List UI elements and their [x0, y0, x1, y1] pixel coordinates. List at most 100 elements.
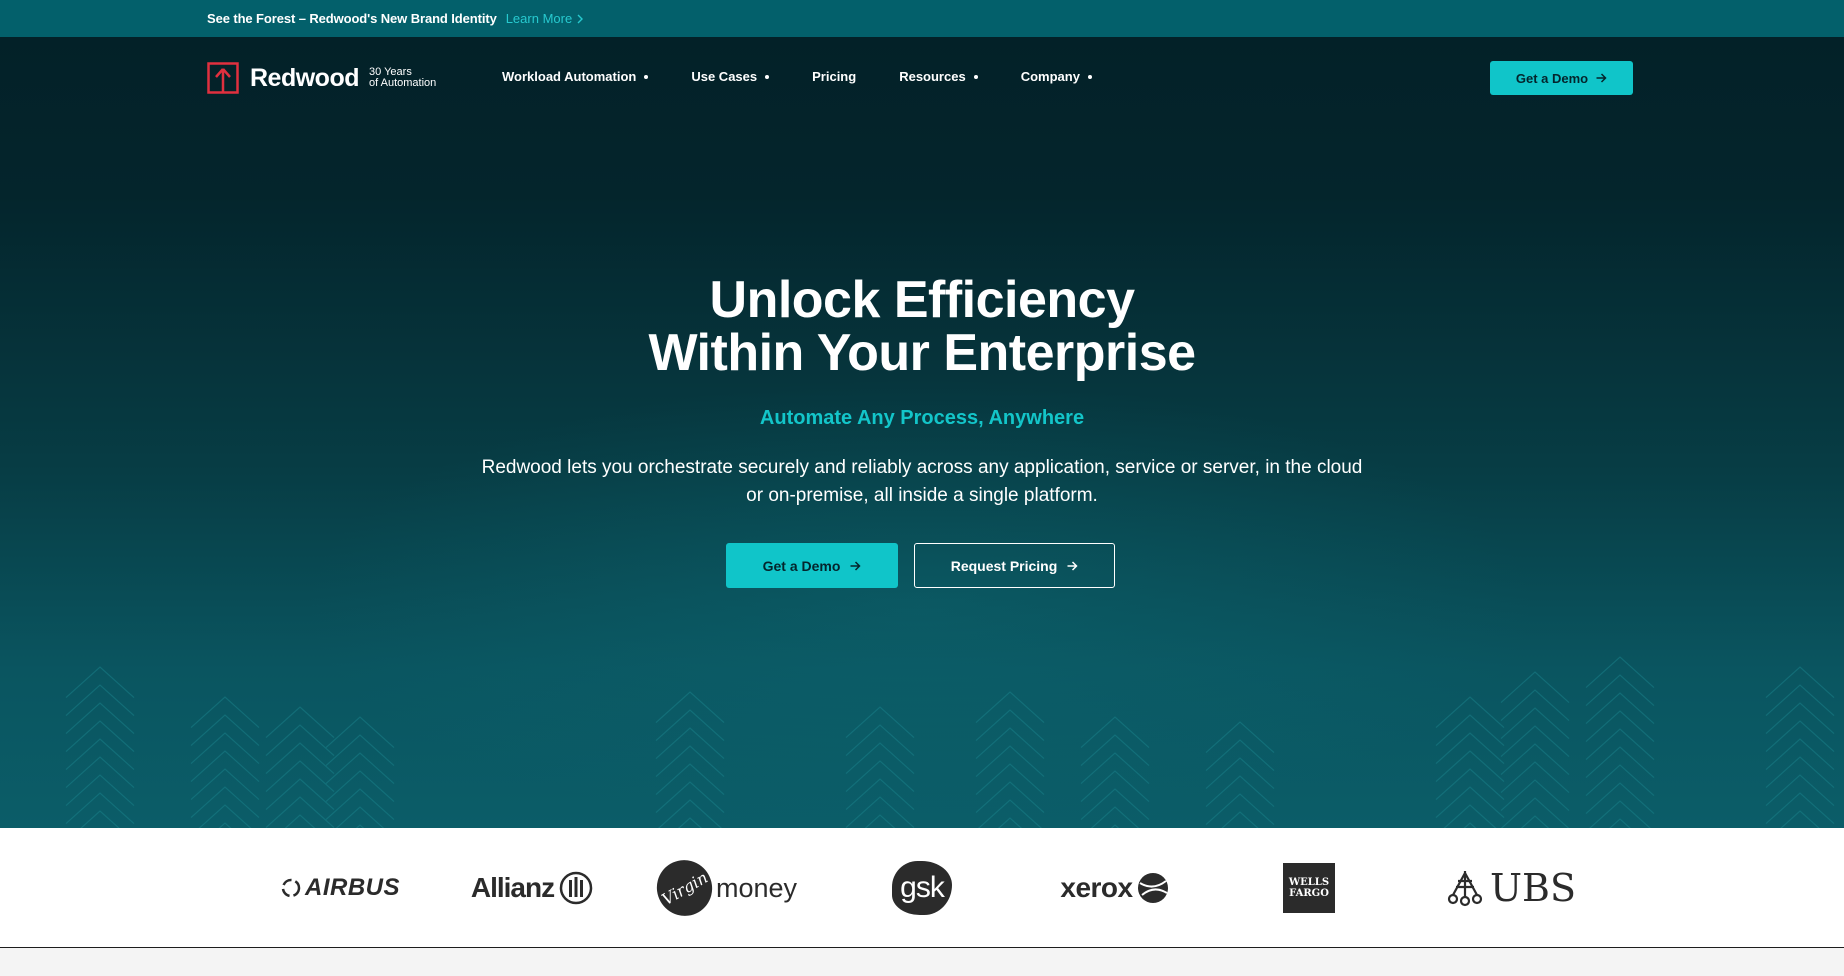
request-pricing-button[interactable]: Request Pricing [914, 543, 1115, 588]
gsk-badge: gsk [892, 861, 952, 915]
tree-chevron [1500, 725, 1570, 758]
hero-section: Redwood 30 Years of Automation Workload … [0, 37, 1844, 828]
tree-chevron [845, 724, 915, 757]
tree-chevron [1205, 793, 1275, 826]
tree-chevron [1765, 666, 1835, 699]
tree-chevron [1585, 764, 1655, 797]
xerox-sphere-icon [1137, 873, 1168, 903]
tree-chevron [1765, 738, 1835, 771]
hero-subtitle: Automate Any Process, Anywhere [759, 407, 1085, 429]
tree-chevron [325, 788, 395, 821]
virgin-money-wordmark: money [715, 872, 797, 903]
tree-chevron [1585, 674, 1655, 707]
tree-chevron [845, 706, 915, 739]
client-logos-strip: AIRBUS Allianz Virgin money gsk xerox WE… [0, 828, 1844, 948]
hero-title-line1: Unlock Efficiency [709, 271, 1135, 329]
nav-label: Company [1020, 69, 1080, 84]
tree-chevron [1765, 756, 1835, 789]
tree-chevron [1765, 702, 1835, 735]
nav-label: Workload Automation [502, 69, 637, 84]
wells-fargo-line2: FARGO [1289, 888, 1329, 899]
nav-item-workload-automation[interactable]: Workload Automation [502, 69, 649, 84]
tree-chevron [65, 720, 135, 753]
tree-chevron [80, 810, 120, 828]
redwood-logo-icon [207, 62, 239, 94]
caret-down-icon [644, 74, 649, 79]
tree-chevron [1765, 792, 1835, 825]
tree-chevron [190, 768, 260, 801]
airbus-swirl-icon [281, 878, 301, 898]
tree-chevron [1205, 775, 1275, 808]
tree-chevron [1585, 746, 1655, 779]
tree-chevron [975, 691, 1045, 724]
tree-chevron [1080, 770, 1150, 803]
tree-chevron [1765, 720, 1835, 753]
tree-chevron [1500, 743, 1570, 776]
tree-chevron [975, 763, 1045, 796]
announcement-bar: See the Forest – Redwood's New Brand Ide… [0, 0, 1844, 37]
ubs-wordmark: UBS [1490, 866, 1576, 910]
tree-chevron [1435, 750, 1505, 783]
tree-chevron [1221, 811, 1259, 828]
tree-chevron [975, 709, 1045, 742]
tree-chevron [997, 817, 1023, 828]
nav-label: Resources [899, 69, 966, 84]
tree-chevron [265, 760, 335, 793]
tree-chevron [65, 684, 135, 717]
tree-chevron [1205, 721, 1275, 754]
tree-pattern-background [65, 656, 1835, 828]
tree-chevron [190, 732, 260, 765]
tree-chevron [1080, 734, 1150, 767]
caret-down-icon [765, 74, 770, 79]
nav-label: Pricing [812, 69, 857, 84]
tree-chevron [1435, 768, 1505, 801]
tree-chevron [864, 814, 896, 828]
brand-name: Redwood [250, 63, 360, 92]
tree-chevron [655, 691, 725, 724]
tree-chevron [1435, 696, 1505, 729]
tree-chevron [677, 817, 703, 828]
client-logo-xerox: xerox [1050, 828, 1180, 948]
tree-chevron [1205, 739, 1275, 772]
client-logo-ubs: UBS [1440, 828, 1580, 948]
tree-chevron [325, 716, 395, 749]
tree-chevron [1500, 779, 1570, 812]
nav-menu: Workload Automation Use Cases Pricing Re… [502, 69, 1135, 84]
nav-cta-label: Get a Demo [1515, 70, 1589, 86]
nav-item-pricing[interactable]: Pricing [812, 69, 856, 84]
gsk-wordmark: gsk [900, 871, 945, 904]
nav-item-use-cases[interactable]: Use Cases [691, 69, 770, 84]
learn-more-link[interactable]: Learn More [506, 11, 584, 26]
request-pricing-label: Request Pricing [950, 557, 1058, 574]
caret-down-icon [1087, 74, 1092, 79]
tree-chevron [1435, 714, 1505, 747]
airbus-wordmark: AIRBUS [304, 874, 400, 901]
tree-chevron [284, 814, 316, 828]
tree-chevron [1500, 671, 1570, 704]
tree-chevron [655, 727, 725, 760]
allianz-wordmark: Allianz [470, 872, 555, 903]
tree-chevron [845, 760, 915, 793]
tree-chevron [1080, 716, 1150, 749]
announcement-text: See the Forest – Redwood's New Brand Ide… [207, 11, 497, 26]
tree-chevron [1500, 689, 1570, 722]
tree-chevron [1520, 815, 1550, 828]
nav-item-company[interactable]: Company [1021, 69, 1092, 84]
get-demo-button[interactable]: Get a Demo [726, 543, 898, 588]
chevron-right-icon [577, 14, 584, 23]
tree-chevron [1080, 752, 1150, 785]
tree-chevron [1765, 684, 1835, 717]
nav-get-demo-button[interactable]: Get a Demo [1490, 61, 1633, 95]
arrow-right-icon [1596, 73, 1607, 83]
brand-logo[interactable]: Redwood 30 Years of Automation [207, 62, 436, 94]
tree-chevron [65, 774, 135, 807]
tree-chevron [655, 781, 725, 814]
tree-chevron [65, 738, 135, 771]
tree-chevron [975, 781, 1045, 814]
arrow-right-icon [1067, 560, 1078, 571]
tree-chevron [845, 796, 915, 828]
get-demo-label: Get a Demo [762, 557, 841, 574]
tagline-line2: of Automation [369, 77, 437, 89]
tree-chevron [1780, 810, 1820, 828]
nav-item-resources[interactable]: Resources [899, 69, 978, 84]
